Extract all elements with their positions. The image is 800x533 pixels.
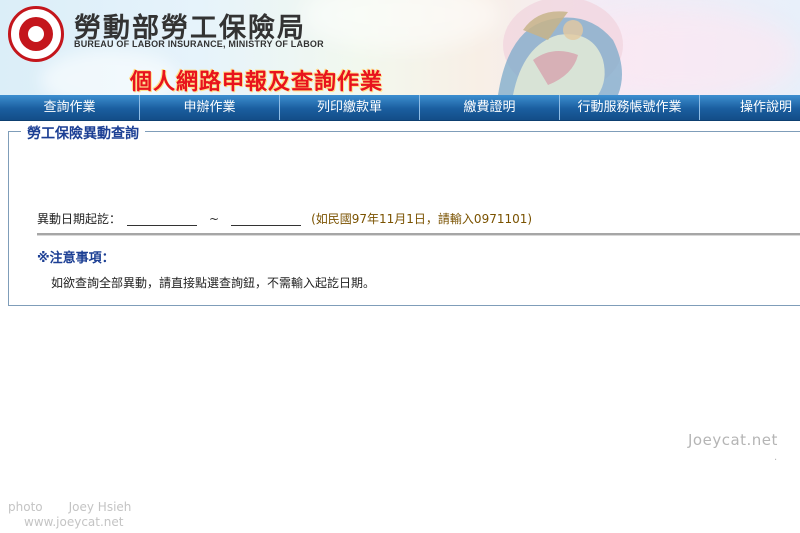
nav-item-apply[interactable]: 申辦作業 bbox=[140, 95, 280, 120]
watermark-url: www.joeycat.net bbox=[24, 515, 124, 529]
nav-item-mobile-account[interactable]: 行動服務帳號作業 bbox=[560, 95, 700, 120]
divider bbox=[37, 233, 800, 236]
nav-item-print-payment-slip[interactable]: 列印繳款單 bbox=[280, 95, 420, 120]
start-date-input[interactable] bbox=[127, 211, 198, 226]
watermark-photo-credit: photo Joey Hsieh bbox=[8, 500, 131, 514]
banner-cloud-decoration bbox=[300, 0, 500, 50]
nav-item-query[interactable]: 查詢作業 bbox=[0, 95, 140, 120]
date-format-hint: (如民國97年11月1日，請輸入0971101) bbox=[311, 212, 533, 226]
watermark-dot: . bbox=[774, 452, 778, 463]
date-range-label: 異動日期起訖： bbox=[37, 212, 122, 226]
watermark-site: Joeycat.net bbox=[688, 431, 778, 449]
header-banner: 勞動部勞工保險局 BUREAU OF LABOR INSURANCE, MINI… bbox=[0, 0, 800, 95]
watermark-photographer: Joey Hsieh bbox=[68, 500, 132, 514]
notice-text: 如欲查詢全部異動，請直接點選查詢鈕，不需輸入起訖日期。 bbox=[51, 276, 376, 290]
watermark-photo-label: photo bbox=[8, 500, 43, 514]
date-range-row: 異動日期起訖： ~ (如民國97年11月1日，請輸入0971101) bbox=[37, 210, 532, 227]
main-nav: 查詢作業 申辦作業 列印繳款單 繳費證明 行動服務帳號作業 操作說明 bbox=[0, 95, 800, 121]
panel-title: 勞工保險異動查詢 bbox=[21, 123, 145, 143]
notice-title: ※注意事項： bbox=[37, 251, 115, 266]
nav-item-instructions[interactable]: 操作說明 bbox=[700, 95, 800, 120]
query-panel: 勞工保險異動查詢 異動日期起訖： ~ (如民國97年11月1日，請輸入09711… bbox=[8, 123, 800, 306]
service-title: 個人網路申報及查詢作業 bbox=[130, 69, 384, 95]
nav-item-payment-certificate[interactable]: 繳費證明 bbox=[420, 95, 560, 120]
range-separator: ~ bbox=[209, 211, 220, 226]
org-subtitle: BUREAU OF LABOR INSURANCE, MINISTRY OF L… bbox=[74, 39, 324, 49]
bli-logo-icon bbox=[8, 6, 64, 62]
banner-photo-illustration bbox=[498, 0, 623, 95]
end-date-input[interactable] bbox=[231, 211, 302, 226]
